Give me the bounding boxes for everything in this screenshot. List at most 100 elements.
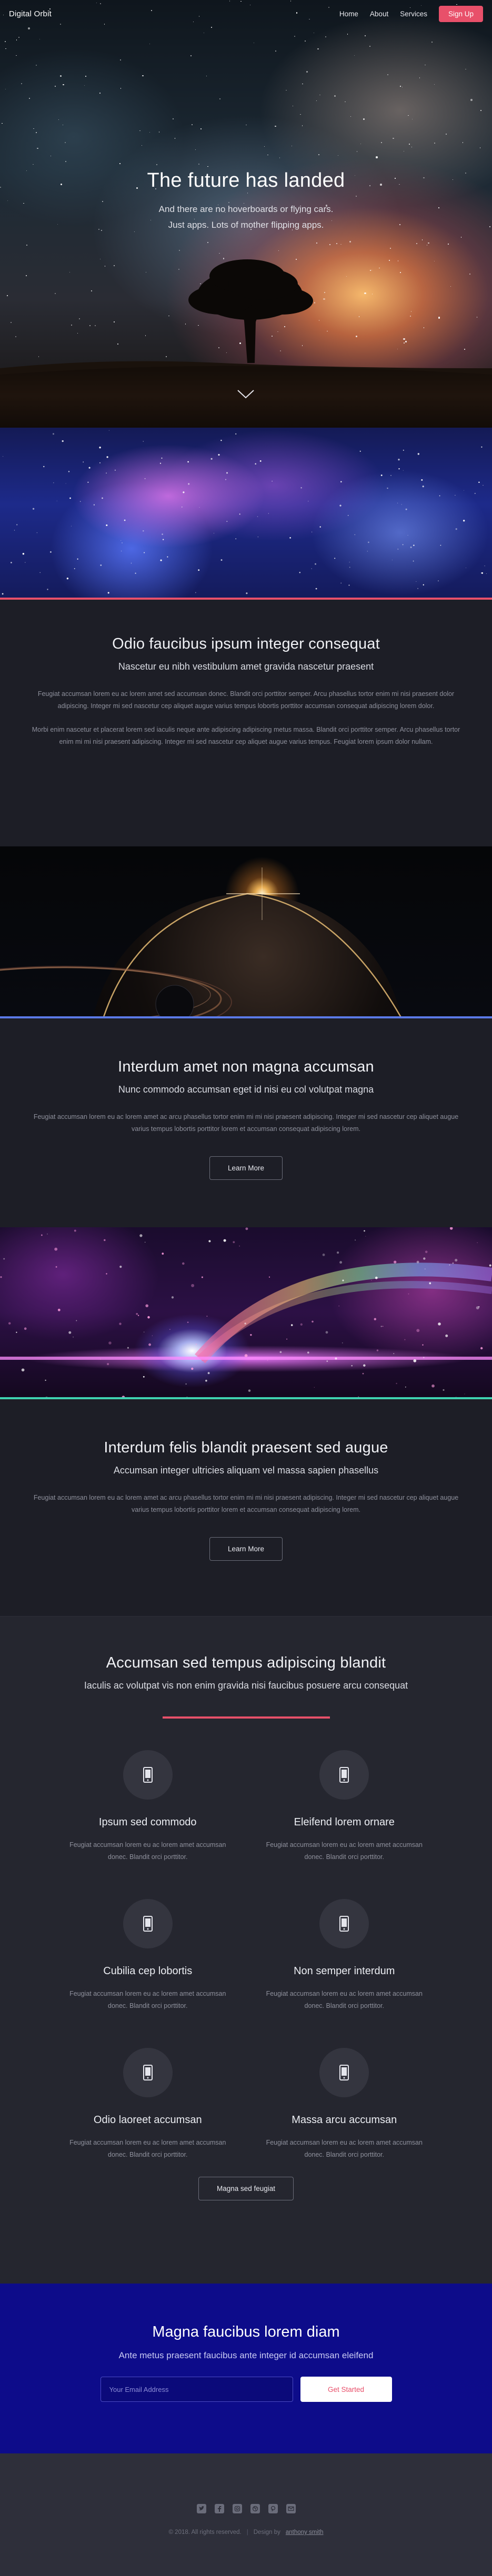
sparkle bbox=[322, 1253, 325, 1256]
star bbox=[195, 592, 196, 593]
pinterest-icon[interactable] bbox=[268, 2504, 278, 2513]
star bbox=[289, 537, 291, 539]
sparkle bbox=[326, 1360, 328, 1362]
star bbox=[455, 528, 457, 530]
sparkle bbox=[250, 1334, 252, 1336]
site-logo[interactable]: Digital Orbit bbox=[9, 9, 52, 18]
sparkle bbox=[312, 1320, 314, 1323]
star bbox=[398, 459, 400, 461]
star bbox=[167, 556, 168, 558]
facebook-icon[interactable] bbox=[214, 2504, 224, 2513]
email-field[interactable] bbox=[100, 2377, 293, 2402]
sparkle bbox=[408, 1293, 409, 1295]
sparkle bbox=[148, 1343, 152, 1346]
sparkle bbox=[45, 1379, 46, 1381]
instagram-icon[interactable] bbox=[232, 2504, 242, 2513]
chevron-down-icon[interactable] bbox=[236, 388, 255, 400]
sparkle bbox=[464, 1393, 465, 1395]
sparkle bbox=[68, 1331, 72, 1334]
star bbox=[268, 513, 269, 514]
sparkle bbox=[119, 1266, 122, 1268]
star bbox=[387, 487, 388, 489]
sparkle bbox=[364, 1230, 365, 1232]
planet-banner-image bbox=[0, 846, 492, 1018]
sparkle bbox=[480, 1347, 483, 1350]
sparkle bbox=[394, 1260, 397, 1264]
email-icon[interactable] bbox=[286, 2504, 296, 2513]
signup-button[interactable]: Sign Up bbox=[438, 5, 483, 22]
star bbox=[481, 446, 483, 448]
sparkle bbox=[422, 1344, 424, 1346]
sparkle bbox=[119, 1322, 122, 1325]
sparkle bbox=[182, 1262, 185, 1265]
star bbox=[438, 580, 439, 582]
sparkle bbox=[57, 1308, 61, 1311]
sparkle bbox=[191, 1284, 195, 1287]
sparkle bbox=[290, 1324, 293, 1326]
galaxy-banner-image bbox=[0, 1227, 492, 1399]
get-started-button[interactable]: Get Started bbox=[300, 2377, 392, 2402]
star bbox=[74, 568, 75, 569]
star bbox=[99, 462, 101, 463]
star bbox=[239, 513, 240, 515]
star bbox=[69, 497, 71, 499]
star bbox=[43, 466, 45, 468]
sparkle bbox=[300, 1323, 303, 1326]
star bbox=[106, 472, 107, 474]
intro-section: Odio faucibus ipsum integer consequat Na… bbox=[0, 600, 492, 846]
star bbox=[398, 468, 400, 470]
dribbble-icon[interactable] bbox=[250, 2504, 260, 2513]
hero-content: The future has landed And there are no h… bbox=[0, 169, 492, 233]
feature-text: Feugiat accumsan lorem eu ac lorem amet … bbox=[266, 1990, 423, 2009]
nav-link-services[interactable]: Services bbox=[400, 10, 427, 18]
star bbox=[315, 588, 317, 590]
designer-link[interactable]: anthony smith bbox=[286, 2529, 324, 2535]
phone-icon bbox=[123, 1750, 173, 1800]
star bbox=[259, 460, 262, 462]
star bbox=[163, 539, 164, 540]
star bbox=[199, 507, 200, 508]
star bbox=[218, 454, 220, 456]
twitter-icon[interactable] bbox=[196, 2504, 206, 2513]
sparkle bbox=[244, 1322, 246, 1325]
sparkle bbox=[351, 1365, 353, 1367]
star bbox=[334, 558, 336, 559]
sparkle bbox=[186, 1397, 188, 1399]
hero-subtitle-line1: And there are no hoverboards or flying c… bbox=[158, 204, 334, 214]
sparkle bbox=[337, 1251, 339, 1254]
star bbox=[405, 508, 407, 510]
sparkle bbox=[147, 1316, 150, 1319]
star bbox=[463, 520, 465, 522]
learn-more-button[interactable]: Learn More bbox=[209, 1537, 283, 1561]
star bbox=[66, 578, 69, 580]
star bbox=[220, 559, 223, 561]
nav-link-about[interactable]: About bbox=[370, 10, 388, 18]
sparkle bbox=[54, 1247, 58, 1251]
sparkle bbox=[314, 1387, 315, 1388]
hero-subtitle: And there are no hoverboards or flying c… bbox=[0, 201, 492, 233]
section-subtitle: Nascetur eu nibh vestibulum amet gravida… bbox=[118, 661, 374, 672]
nav-link-home[interactable]: Home bbox=[339, 10, 358, 18]
feature-text: Feugiat accumsan lorem eu ac lorem amet … bbox=[69, 1841, 226, 1861]
sparkle bbox=[443, 1389, 445, 1391]
magna-sed-feugiat-button[interactable]: Magna sed feugiat bbox=[198, 2177, 294, 2200]
feature-text: Feugiat accumsan lorem eu ac lorem amet … bbox=[266, 1841, 423, 1861]
learn-more-button[interactable]: Learn More bbox=[209, 1156, 283, 1180]
star bbox=[16, 524, 18, 526]
star bbox=[107, 592, 109, 594]
sparkle bbox=[423, 1257, 426, 1260]
sparkle bbox=[106, 1273, 107, 1275]
sparkle bbox=[143, 1376, 145, 1378]
star bbox=[71, 526, 72, 527]
sparkle bbox=[375, 1276, 378, 1279]
site-footer: © 2018. All rights reserved. | Design by… bbox=[0, 2453, 492, 2576]
sparkle bbox=[424, 1268, 426, 1270]
feature-text: Feugiat accumsan lorem eu ac lorem amet … bbox=[69, 1990, 226, 2009]
design-credit-label: Design by bbox=[253, 2529, 280, 2535]
star bbox=[226, 472, 228, 474]
sparkle bbox=[452, 1262, 454, 1264]
sparkle bbox=[108, 1341, 112, 1345]
star bbox=[349, 567, 350, 568]
feature-text: Feugiat accumsan lorem eu ac lorem amet … bbox=[266, 2139, 423, 2158]
sparkle bbox=[205, 1379, 207, 1382]
